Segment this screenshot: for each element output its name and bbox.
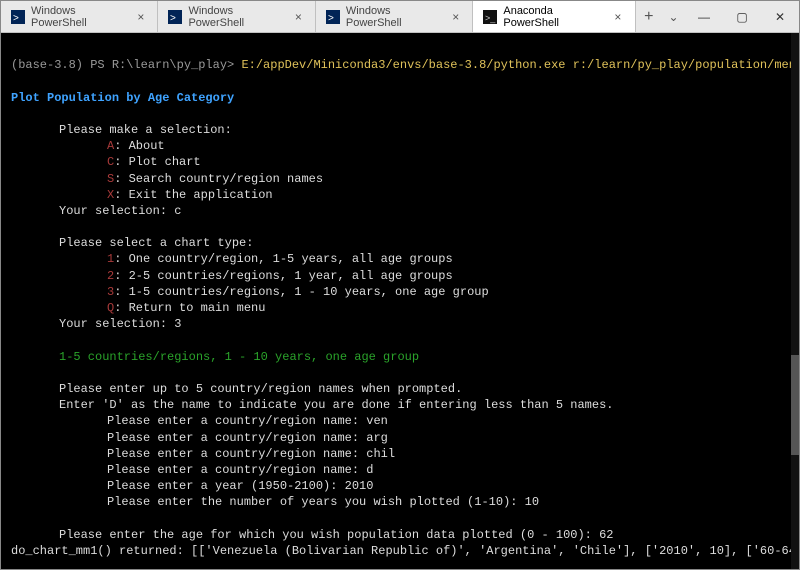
entry-prompt: Please enter the number of years you wis… — [107, 495, 525, 509]
tab-label: Windows PowerShell — [31, 5, 128, 29]
menu-key: C — [107, 155, 114, 169]
cmd-icon: >_ — [483, 10, 497, 24]
menu-key: Q — [107, 301, 114, 315]
command-text: E:/appDev/Miniconda3/envs/base-3.8/pytho… — [241, 58, 799, 72]
menu-label: Exit the application — [129, 188, 273, 202]
close-icon[interactable]: × — [134, 10, 147, 24]
close-icon[interactable]: × — [449, 10, 462, 24]
menu2-heading: Please select a chart type: — [59, 236, 253, 250]
window-controls: — ▢ ✕ — [685, 1, 799, 32]
maximize-button[interactable]: ▢ — [723, 1, 761, 32]
minimize-button[interactable]: — — [685, 1, 723, 32]
svg-text:>: > — [13, 13, 19, 24]
menu-key: X — [107, 188, 114, 202]
entry-value: ven — [366, 414, 388, 428]
scrollbar[interactable] — [791, 33, 799, 569]
age-prompt: Please enter the age for which you wish … — [59, 528, 599, 542]
menu-key: A — [107, 139, 114, 153]
entry-value: d — [366, 463, 373, 477]
instruction-line: Enter 'D' as the name to indicate you ar… — [59, 398, 614, 412]
selection-prompt: Your selection: — [59, 317, 174, 331]
selection-value: c — [174, 204, 181, 218]
close-icon[interactable]: × — [292, 10, 305, 24]
selection-value: 3 — [174, 317, 181, 331]
tab-anaconda[interactable]: >_ Anaconda PowerShell × — [473, 1, 635, 32]
entry-value: chil — [366, 447, 395, 461]
entry-value: arg — [366, 431, 388, 445]
menu-key: 1 — [107, 252, 114, 266]
entry-prompt: Please enter a country/region name: — [107, 463, 366, 477]
entry-value: 10 — [525, 495, 539, 509]
svg-text:>: > — [328, 13, 334, 24]
tab-strip: > Windows PowerShell × > Windows PowerSh… — [1, 1, 685, 32]
entry-value: 2010 — [345, 479, 374, 493]
tab-powershell-3[interactable]: > Windows PowerShell × — [316, 1, 473, 32]
menu-label: 1-5 countries/regions, 1 - 10 years, one… — [129, 285, 489, 299]
scroll-thumb[interactable] — [791, 355, 799, 455]
entry-prompt: Please enter a country/region name: — [107, 431, 366, 445]
instruction-line: Please enter up to 5 country/region name… — [59, 382, 462, 396]
tab-powershell-1[interactable]: > Windows PowerShell × — [1, 1, 158, 32]
new-tab-button[interactable]: + — [636, 1, 663, 32]
tab-label: Windows PowerShell — [346, 5, 443, 29]
svg-text:>_: >_ — [485, 13, 496, 23]
return-line: do_chart_mm1() returned: [['Venezuela (B… — [11, 544, 799, 558]
entry-prompt: Please enter a country/region name: — [107, 414, 366, 428]
menu-label: 2-5 countries/regions, 1 year, all age g… — [129, 269, 453, 283]
menu-label: About — [129, 139, 165, 153]
menu-label: Plot chart — [129, 155, 201, 169]
tab-powershell-2[interactable]: > Windows PowerShell × — [158, 1, 315, 32]
menu-label: Search country/region names — [129, 172, 323, 186]
tab-dropdown-button[interactable]: ⌄ — [662, 1, 685, 32]
close-icon[interactable]: × — [611, 10, 624, 24]
age-value: 62 — [599, 528, 613, 542]
prompt-text: (base-3.8) PS R:\learn\py_play> — [11, 58, 241, 72]
tab-label: Anaconda PowerShell — [503, 5, 605, 29]
svg-text:>: > — [170, 13, 176, 24]
highlight-line: 1-5 countries/regions, 1 - 10 years, one… — [59, 350, 419, 364]
entry-prompt: Please enter a country/region name: — [107, 447, 366, 461]
app-title: Plot Population by Age Category — [11, 91, 234, 105]
close-window-button[interactable]: ✕ — [761, 1, 799, 32]
menu-label: Return to main menu — [129, 301, 266, 315]
menu-key: S — [107, 172, 114, 186]
selection-prompt: Your selection: — [59, 204, 174, 218]
powershell-icon: > — [326, 10, 340, 24]
titlebar: > Windows PowerShell × > Windows PowerSh… — [1, 1, 799, 33]
menu-label: One country/region, 1-5 years, all age g… — [129, 252, 453, 266]
powershell-icon: > — [11, 10, 25, 24]
terminal-area[interactable]: (base-3.8) PS R:\learn\py_play> E:/appDe… — [1, 33, 799, 569]
menu1-heading: Please make a selection: — [59, 123, 232, 137]
menu-key: 2 — [107, 269, 114, 283]
powershell-icon: > — [168, 10, 182, 24]
tab-label: Windows PowerShell — [188, 5, 285, 29]
entry-prompt: Please enter a year (1950-2100): — [107, 479, 345, 493]
menu-key: 3 — [107, 285, 114, 299]
